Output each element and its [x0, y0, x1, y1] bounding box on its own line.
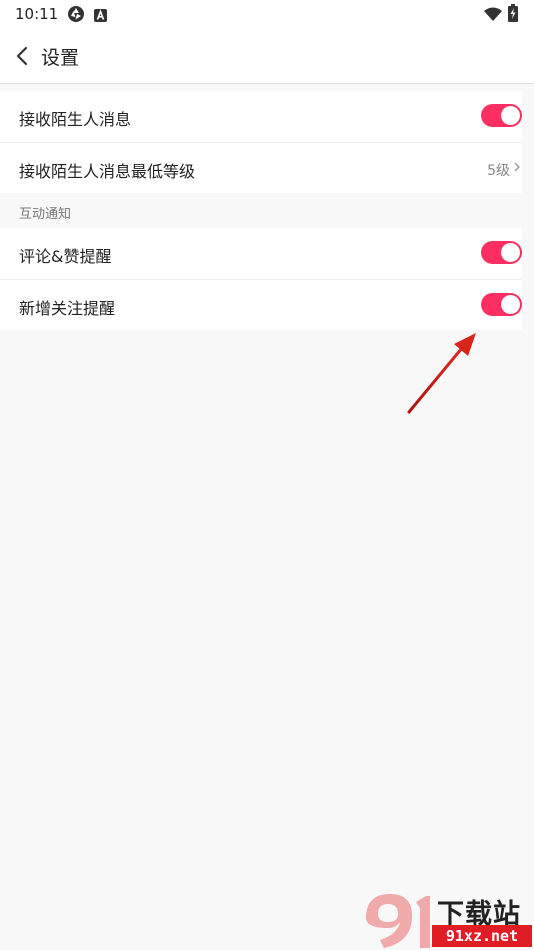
back-button[interactable]	[10, 42, 36, 70]
settings-card-stranger: 接收陌生人消息 接收陌生人消息最低等级 5级	[0, 91, 522, 193]
row-new-follower-reminder: 新增关注提醒	[0, 279, 522, 330]
settings-card-interaction: 评论&赞提醒 新增关注提醒	[0, 228, 522, 330]
battery-charging-icon	[508, 4, 518, 26]
toggle-knob	[501, 106, 520, 125]
row-stranger-min-level[interactable]: 接收陌生人消息最低等级 5级	[0, 142, 522, 193]
chevron-right-icon	[514, 162, 520, 172]
row-label: 接收陌生人消息	[19, 110, 132, 129]
status-time: 10:11	[15, 5, 59, 23]
min-level-value: 5级	[487, 163, 510, 179]
comment-like-toggle[interactable]	[481, 241, 522, 264]
row-label: 新增关注提醒	[19, 299, 116, 318]
toggle-knob	[501, 243, 520, 262]
aperture-icon	[67, 5, 85, 27]
chevron-left-icon	[16, 46, 28, 66]
section-header-interaction: 互动通知	[19, 207, 72, 222]
page-title: 设置	[41, 47, 80, 69]
new-follower-toggle[interactable]	[481, 293, 522, 316]
row-comment-like-reminder: 评论&赞提醒	[0, 228, 522, 279]
a-badge-icon	[94, 7, 107, 26]
row-label: 接收陌生人消息最低等级	[19, 162, 196, 181]
stranger-messages-toggle[interactable]	[481, 104, 522, 127]
watermark-url: 91xz.net	[432, 925, 532, 947]
row-label: 评论&赞提醒	[19, 247, 112, 266]
row-stranger-messages: 接收陌生人消息	[0, 91, 522, 142]
status-bar: 10:11	[0, 0, 534, 28]
app-bar: 设置	[0, 28, 534, 84]
wifi-icon	[484, 6, 502, 25]
arrow-icon	[407, 333, 476, 414]
toggle-knob	[501, 295, 520, 314]
